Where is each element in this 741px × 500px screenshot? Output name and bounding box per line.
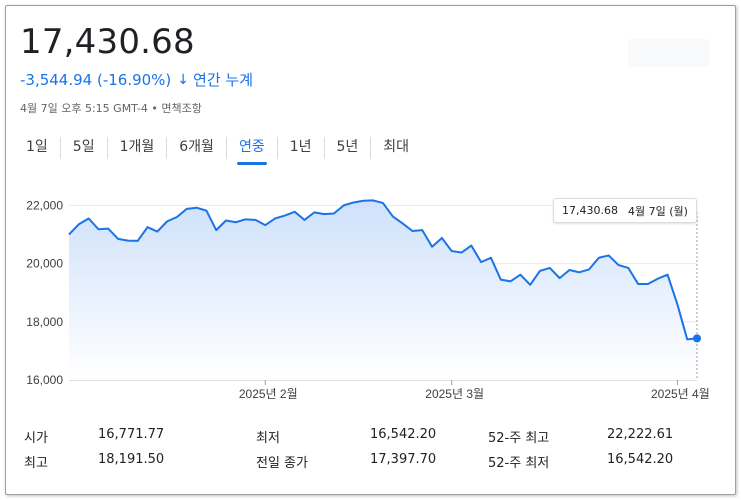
tooltip-value: 17,430.68	[562, 204, 618, 217]
arrow-down-icon: ↓	[177, 71, 190, 88]
y-tick-label: 22,000	[26, 198, 63, 212]
follow-button[interactable]	[628, 39, 710, 67]
range-tabs: 1일 5일 1개월 6개월 연중 1년 5년 최대	[14, 134, 421, 165]
timestamp-text[interactable]: 4월 7일 오후 5:15 GMT-4 • 면책조항	[20, 102, 202, 115]
y-tick-label: 18,000	[26, 315, 63, 329]
x-tick-label: 2025년 3월	[425, 387, 484, 401]
period-label: 연간 누계	[193, 71, 253, 89]
tab-5d[interactable]: 5일	[61, 134, 107, 162]
y-tick-label: 20,000	[26, 257, 63, 271]
tab-1y[interactable]: 1년	[278, 134, 324, 162]
last-point-marker	[693, 334, 701, 343]
tab-6m[interactable]: 6개월	[167, 134, 226, 162]
y-tick-label: 16,000	[26, 373, 63, 387]
price-change-row: -3,544.94 (-16.90%) ↓ 연간 누계	[20, 69, 253, 90]
quote-timestamp: 4월 7일 오후 5:15 GMT-4 • 면책조항	[20, 100, 202, 116]
tab-max[interactable]: 최대	[371, 134, 421, 162]
tab-1d[interactable]: 1일	[14, 134, 60, 162]
chart-tooltip: 17,430.68 4월 7일 (월)	[553, 198, 697, 223]
current-price: 17,430.68	[20, 22, 195, 62]
tab-ytd[interactable]: 연중	[227, 134, 277, 165]
tab-5y[interactable]: 5년	[325, 134, 371, 162]
price-area	[69, 200, 697, 380]
x-tick-label: 2025년 2월	[239, 387, 298, 401]
price-change: -3,544.94 (-16.90%)	[20, 70, 172, 89]
tab-1m[interactable]: 1개월	[108, 134, 167, 162]
x-tick-label: 2025년 4월	[651, 387, 710, 401]
tooltip-date: 4월 7일 (월)	[627, 204, 688, 218]
